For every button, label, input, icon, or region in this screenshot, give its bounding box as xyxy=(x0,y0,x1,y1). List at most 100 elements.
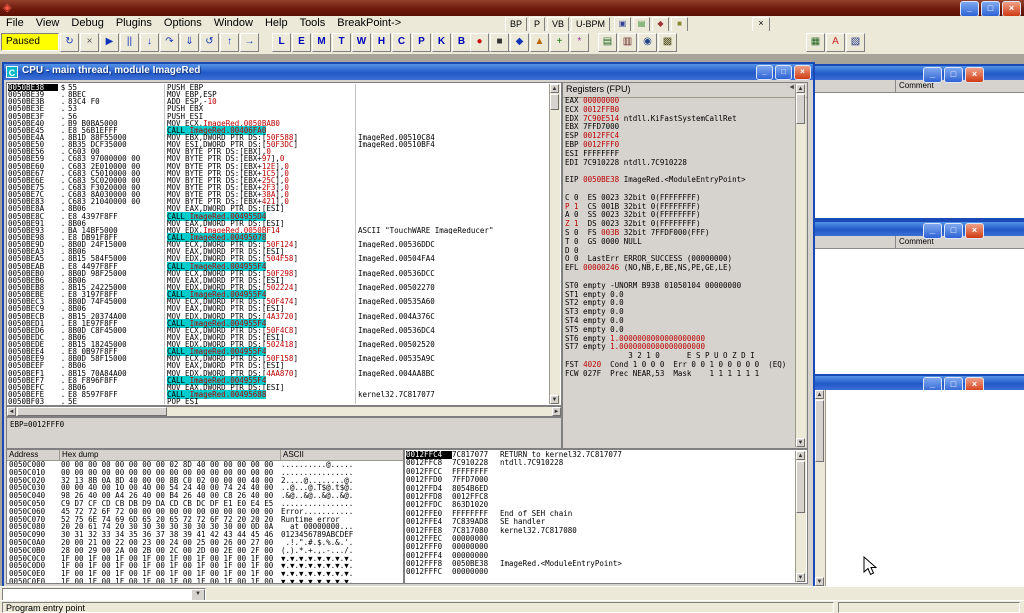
menu-item-help[interactable]: Help xyxy=(259,16,294,31)
scroll-thumb[interactable] xyxy=(17,407,167,416)
close-program-button[interactable]: × xyxy=(80,33,99,52)
scroll-thumb[interactable] xyxy=(550,94,559,110)
scroll-up-button[interactable]: ▲ xyxy=(796,451,805,460)
stack-vscrollbar[interactable]: ▲ ▼ xyxy=(795,451,806,582)
column-header[interactable] xyxy=(815,236,896,248)
cpu-window-titlebar[interactable]: C CPU - main thread, module ImageRed _ □… xyxy=(4,64,813,80)
memory-breakpoint-button[interactable]: ◆ xyxy=(510,33,529,52)
scroll-down-button[interactable]: ▼ xyxy=(796,573,805,582)
pause-button[interactable]: || xyxy=(120,33,139,52)
trace-into-button[interactable]: ⇓ xyxy=(180,33,199,52)
source-window-button[interactable]: ▥ xyxy=(618,33,637,52)
minimize-button[interactable]: _ xyxy=(960,1,979,17)
appearance-button[interactable]: A xyxy=(826,33,845,52)
minimize-button[interactable]: _ xyxy=(923,223,942,239)
scroll-left-button[interactable]: ◄ xyxy=(7,407,16,416)
side-window-3-titlebar[interactable]: _ □ × xyxy=(815,376,1024,390)
dump-header-hex[interactable]: Hex dump xyxy=(60,450,281,460)
efl-row[interactable]: EFL 00000246 (NO,NB,E,BE,NS,PE,GE,LE) xyxy=(565,264,795,273)
disasm-row[interactable]: 0050BE3E.53PUSH EBX xyxy=(8,105,550,112)
side-window-2-body[interactable] xyxy=(815,249,1024,374)
maximize-button[interactable]: □ xyxy=(981,1,1000,17)
side-window-2-titlebar[interactable]: _ □ × xyxy=(815,222,1024,236)
close-button[interactable]: × xyxy=(965,67,984,83)
menu-item-file[interactable]: File xyxy=(0,16,30,31)
stack-row[interactable]: 0012FFFC00000000 xyxy=(406,568,795,576)
menu-button-bp[interactable]: BP xyxy=(505,17,527,32)
side-window-1-titlebar[interactable]: _ □ × xyxy=(815,66,1024,80)
scroll-up-button[interactable]: ▲ xyxy=(815,390,824,399)
scroll-thumb[interactable] xyxy=(796,94,805,124)
window-button-k[interactable]: K xyxy=(432,33,451,52)
flag-row-t[interactable]: T 0 GS 0000 NULL xyxy=(565,238,795,247)
menu-item-options[interactable]: Options xyxy=(158,16,208,31)
info-pane[interactable]: EBP=0012FFF0 xyxy=(6,417,562,449)
scroll-up-button[interactable]: ▲ xyxy=(550,84,559,93)
patches-window-button[interactable]: ▩ xyxy=(658,33,677,52)
side-window-3-body[interactable]: ▲ ▼ xyxy=(815,390,1024,586)
breakpoint-button[interactable]: ● xyxy=(470,33,489,52)
maximize-button[interactable]: □ xyxy=(944,223,963,239)
plugin-icon-2[interactable]: ▤ xyxy=(633,17,650,32)
disassembly-pane[interactable]: 0050BE38$55PUSH EBP0050BE39.8BECMOV EBP,… xyxy=(6,82,562,406)
menu-item-debug[interactable]: Debug xyxy=(65,16,109,31)
window-button-c[interactable]: C xyxy=(392,33,411,52)
scroll-down-button[interactable]: ▼ xyxy=(796,438,805,447)
dump-pane[interactable]: Address Hex dump ASCII 0050C00000 00 00 … xyxy=(6,449,404,584)
stack-pane[interactable]: 0012FFC47C817077RETURN to kernel32.7C817… xyxy=(404,449,808,584)
goto-button[interactable]: → xyxy=(240,33,259,52)
menu-item-tools[interactable]: Tools xyxy=(294,16,332,31)
scroll-thumb[interactable] xyxy=(796,461,805,513)
log-window-button[interactable]: ▤ xyxy=(598,33,617,52)
step-into-button[interactable]: ↓ xyxy=(140,33,159,52)
cascade-windows-button[interactable]: ▧ xyxy=(846,33,865,52)
fcw-row[interactable]: FCW 027F Prec NEAR,53 Mask 1 1 1 1 1 1 xyxy=(565,370,795,379)
dump-row[interactable]: 0050C0F01F 00 1F 00 1F 00 1F 00 1F 00 1F… xyxy=(7,578,403,584)
plugin-icon-3[interactable]: ◆ xyxy=(652,17,669,32)
menu-item-plugins[interactable]: Plugins xyxy=(110,16,158,31)
maximize-button[interactable]: □ xyxy=(944,67,963,83)
run-button[interactable]: ▶ xyxy=(100,33,119,52)
step-over-button[interactable]: ↷ xyxy=(160,33,179,52)
hardware-breakpoint-button[interactable]: ■ xyxy=(490,33,509,52)
execute-till-return-button[interactable]: ↑ xyxy=(220,33,239,52)
registers-pane[interactable]: Registers (FPU) ◄ ◄ EAX 00000000ECX 0012… xyxy=(562,82,808,449)
scroll-down-button[interactable]: ▼ xyxy=(815,577,824,586)
close-button[interactable]: × xyxy=(1002,1,1021,17)
disasm-hscrollbar[interactable]: ◄ ► xyxy=(6,406,562,417)
column-header[interactable] xyxy=(815,80,896,92)
scroll-thumb[interactable] xyxy=(815,400,824,462)
add-watch-button[interactable]: + xyxy=(550,33,569,52)
disasm-row[interactable]: 0050BE3B.83C4 F0ADD ESP,-10 xyxy=(8,98,550,105)
plugin-icon-4[interactable]: ■ xyxy=(671,17,688,32)
maximize-button[interactable]: □ xyxy=(775,65,792,80)
menu-button-ubpm[interactable]: U-BPM xyxy=(571,17,610,32)
menu-item-view[interactable]: View xyxy=(30,16,66,31)
tile-windows-button[interactable]: ▦ xyxy=(806,33,825,52)
menu-item-breakpoint[interactable]: BreakPoint-> xyxy=(331,16,407,31)
disasm-row[interactable]: 0050BEFE.E8 8597F8FFCALL ImageRed.004956… xyxy=(8,391,550,398)
menu-button-p[interactable]: P xyxy=(529,17,545,32)
window-button-m[interactable]: M xyxy=(312,33,331,52)
scroll-up-button[interactable]: ▲ xyxy=(796,84,805,93)
scroll-down-button[interactable]: ▼ xyxy=(550,395,559,404)
disasm-vscrollbar[interactable]: ▲ ▼ xyxy=(549,84,560,404)
close-button[interactable]: × xyxy=(965,223,984,239)
record-button[interactable]: ◉ xyxy=(638,33,657,52)
trace-over-button[interactable]: ↺ xyxy=(200,33,219,52)
close-button[interactable]: × xyxy=(794,65,811,80)
menu-item-window[interactable]: Window xyxy=(208,16,259,31)
minimize-button[interactable]: _ xyxy=(923,67,942,83)
run-trace-button[interactable]: ▲ xyxy=(530,33,549,52)
disasm-row[interactable]: 0050BE38$55PUSH EBP xyxy=(8,84,550,91)
plugin-icon-1[interactable]: ▣ xyxy=(614,17,631,32)
window-button-h[interactable]: H xyxy=(372,33,391,52)
window-button-l[interactable]: L xyxy=(272,33,291,52)
window-button-b[interactable]: B xyxy=(452,33,471,52)
window-button-p[interactable]: P xyxy=(412,33,431,52)
menu-close-button[interactable]: × xyxy=(752,17,770,32)
app-titlebar[interactable]: ◈ _ □ × xyxy=(0,0,1024,16)
dump-header-ascii[interactable]: ASCII xyxy=(281,450,403,460)
register-row-edi[interactable]: EDI 7C910228 ntdll.7C910228 xyxy=(565,159,795,168)
window-button-e[interactable]: E xyxy=(292,33,311,52)
